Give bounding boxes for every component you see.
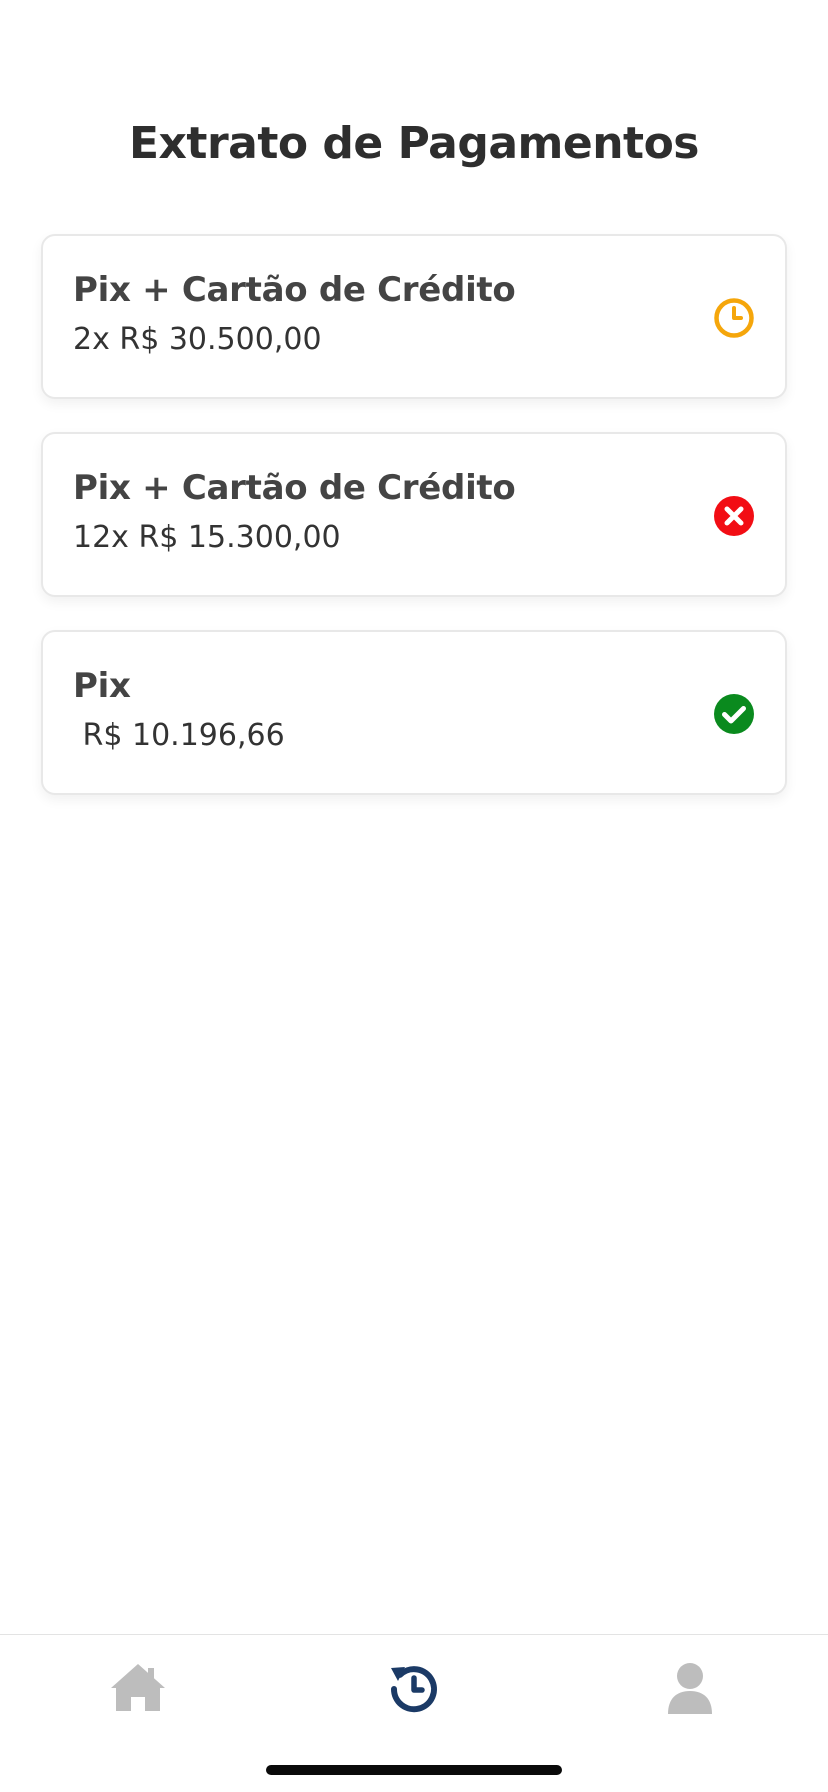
clock-icon [713, 297, 755, 339]
payment-card[interactable]: Pix + Cartão de Crédito 2x R$ 30.500,00 [41, 234, 787, 399]
payments-statement-screen: Extrato de Pagamentos Pix + Cartão de Cr… [0, 0, 828, 1792]
user-icon [668, 1663, 712, 1714]
payment-card[interactable]: Pix + Cartão de Crédito 12x R$ 15.300,00 [41, 432, 787, 597]
history-icon [390, 1666, 437, 1713]
payment-amount: 12x R$ 15.300,00 [73, 520, 341, 555]
tab-home[interactable] [108, 1659, 168, 1719]
x-circle-icon [713, 495, 755, 537]
check-circle-icon [713, 693, 755, 735]
payment-amount: 2x R$ 30.500,00 [73, 322, 322, 357]
tab-profile[interactable] [660, 1659, 720, 1719]
payment-card[interactable]: Pix R$ 10.196,66 [41, 630, 787, 795]
payment-method: Pix [73, 666, 131, 706]
payment-list: Pix + Cartão de Crédito 2x R$ 30.500,00 … [41, 234, 787, 828]
payment-method: Pix + Cartão de Crédito [73, 468, 516, 508]
home-icon [111, 1664, 165, 1711]
page-title: Extrato de Pagamentos [128, 118, 700, 169]
tab-history[interactable] [384, 1659, 444, 1719]
payment-method: Pix + Cartão de Crédito [73, 270, 516, 310]
home-indicator [266, 1765, 562, 1775]
payment-amount: R$ 10.196,66 [73, 718, 285, 753]
